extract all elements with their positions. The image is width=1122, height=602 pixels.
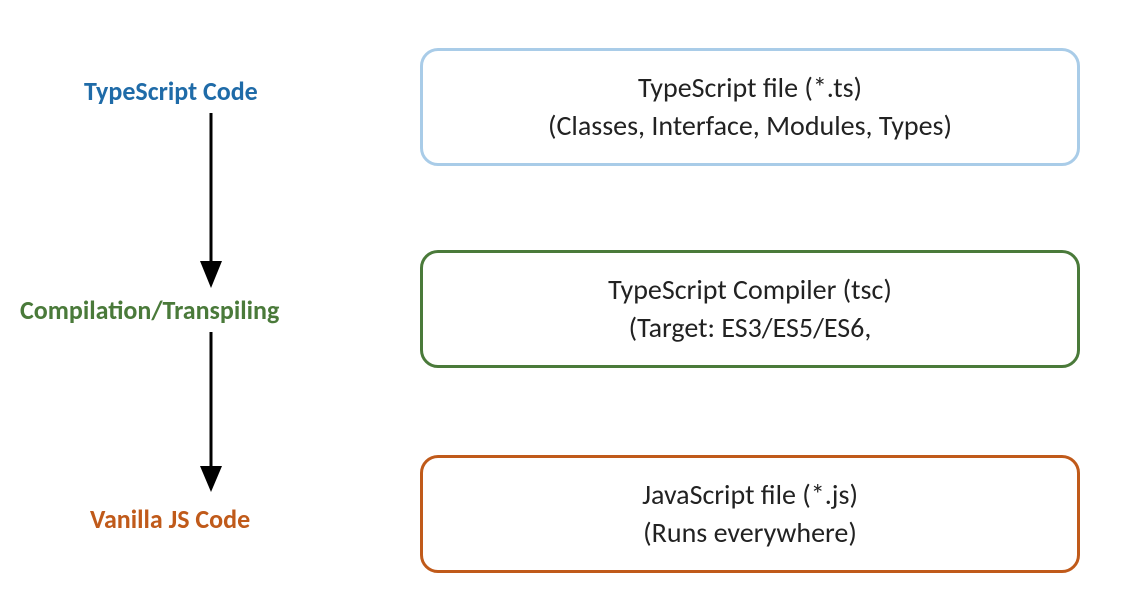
- box-line: TypeScript Compiler (tsc): [443, 271, 1057, 309]
- box-javascript-file: JavaScript file (*.js) (Runs everywhere): [420, 455, 1080, 573]
- box-line: JavaScript file (*.js): [443, 476, 1057, 514]
- box-line: (Classes, Interface, Modules, Types): [443, 107, 1057, 145]
- stage-label-compilation: Compilation/Transpiling: [20, 294, 279, 326]
- box-typescript-file: TypeScript file (*.ts) (Classes, Interfa…: [420, 48, 1080, 166]
- arrow-down-icon: [196, 113, 226, 293]
- compilation-diagram: TypeScript Code Compilation/Transpiling …: [0, 0, 1122, 602]
- box-line: (Target: ES3/ES5/ES6,: [443, 309, 1057, 347]
- stage-label-vanilla-js: Vanilla JS Code: [90, 503, 250, 535]
- stage-label-typescript: TypeScript Code: [84, 75, 258, 107]
- arrow-down-icon: [196, 332, 226, 497]
- box-compiler: TypeScript Compiler (tsc) (Target: ES3/E…: [420, 250, 1080, 368]
- box-line: (Runs everywhere): [443, 514, 1057, 552]
- box-line: TypeScript file (*.ts): [443, 69, 1057, 107]
